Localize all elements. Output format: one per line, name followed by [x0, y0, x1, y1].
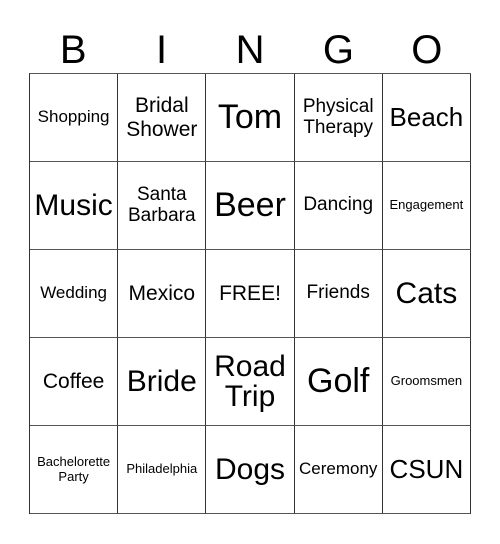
header-letter-i: I	[156, 28, 168, 72]
bingo-cell[interactable]: Coffee	[30, 338, 119, 426]
bingo-cell[interactable]: Mexico	[118, 250, 207, 338]
bingo-cell[interactable]: Groomsmen	[382, 338, 471, 426]
bingo-cell[interactable]: Shopping	[30, 74, 119, 162]
bingo-cell[interactable]: Santa Barbara	[118, 162, 207, 250]
bingo-cell[interactable]: Ceremony	[294, 426, 383, 514]
header-letter-g: G	[322, 28, 354, 72]
bingo-cell[interactable]: Physical Therapy	[294, 74, 383, 162]
bingo-cell[interactable]: Dogs	[206, 426, 295, 514]
free-space-cell[interactable]: FREE!	[206, 250, 295, 338]
bingo-cell[interactable]: Golf	[294, 338, 383, 426]
bingo-cell[interactable]: Wedding	[30, 250, 119, 338]
header-letter-o: O	[411, 28, 443, 72]
bingo-cell[interactable]: Beach	[382, 74, 471, 162]
header-letter-b: B	[59, 28, 87, 72]
bingo-grid: Shopping Bridal Shower Tom Physical Ther…	[29, 73, 471, 514]
bingo-cell[interactable]: Engagement	[382, 162, 471, 250]
bingo-cell[interactable]: Philadelphia	[118, 426, 207, 514]
bingo-cell[interactable]: Friends	[294, 250, 383, 338]
bingo-cell[interactable]: Music	[30, 162, 119, 250]
bingo-cell[interactable]: Beer	[206, 162, 295, 250]
bingo-cell[interactable]: Bridal Shower	[118, 74, 207, 162]
header-letter-n: N	[235, 28, 265, 72]
bingo-cell[interactable]: Bachelorette Party	[30, 426, 119, 514]
bingo-cell[interactable]: Tom	[206, 74, 295, 162]
bingo-header: B I N G O	[29, 28, 471, 73]
bingo-cell[interactable]: Cats	[382, 250, 471, 338]
bingo-cell[interactable]: CSUN	[382, 426, 471, 514]
bingo-cell[interactable]: Bride	[118, 338, 207, 426]
bingo-cell[interactable]: Dancing	[294, 162, 383, 250]
bingo-cell[interactable]: Road Trip	[206, 338, 295, 426]
